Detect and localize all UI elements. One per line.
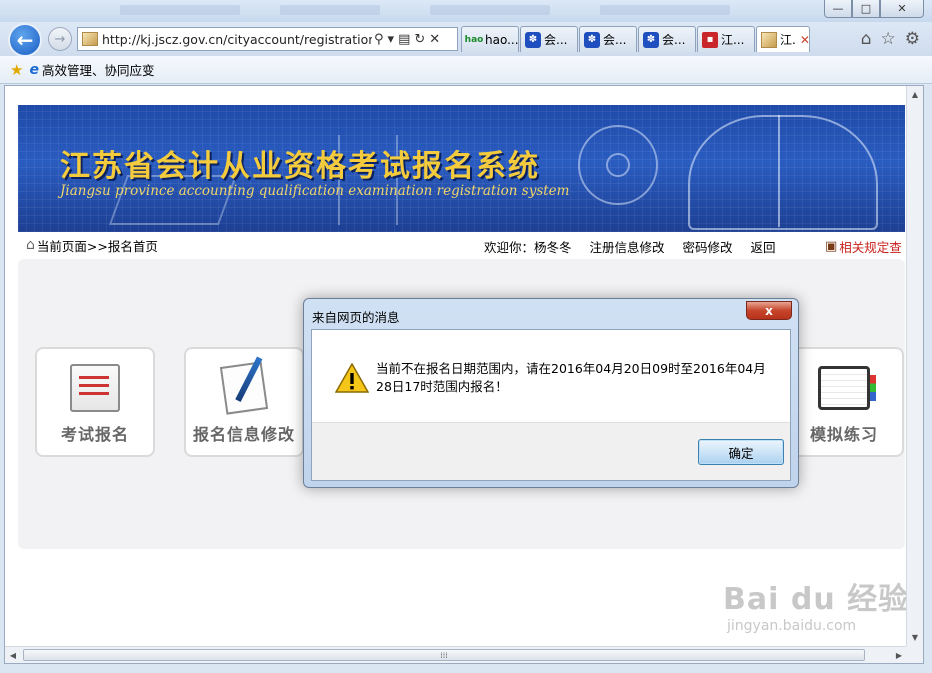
page-favicon-icon [82,32,98,46]
forward-button[interactable]: → [48,27,72,51]
open-book-decoration [688,115,878,230]
open-book-decoration [778,115,780,227]
browser-toolbar-icons: ⌂ ☆ ⚙ [861,29,920,49]
tab-label: 会... [662,33,686,47]
refresh-icon[interactable]: ↻ [414,32,425,47]
compatibility-view-icon[interactable]: ▤ [398,32,410,47]
ie-page-icon: e [29,61,39,78]
exam-form-icon [67,361,123,415]
tile-label: 考试报名 [60,425,129,444]
watermark-logo: Bai du 经验 [723,582,910,617]
watermark-url: jingyan.baidu.com [727,618,857,634]
tile-label: 报名信息修改 [192,425,295,444]
pen-paper-icon [216,361,272,415]
baidu-paw-icon: ✽ [525,31,541,48]
dialog-body: 当前不在报名日期范围内，请在2016年04月20日09时至2016年04月28日… [311,329,791,481]
horizontal-scroll-thumb[interactable]: ⁞⁞⁞ [23,649,865,661]
horizontal-scrollbar[interactable]: ◀ ⁞⁞⁞ ▶ [5,646,908,663]
dialog-close-button[interactable]: x [746,301,792,320]
tile-exam-registration[interactable]: 考试报名 [35,347,155,457]
gear-icon[interactable]: ⚙ [905,29,920,49]
tab-accounting-1[interactable]: ✽ 会... [520,26,578,52]
window-controls: — □ ✕ [824,0,924,18]
scroll-up-icon[interactable]: ▲ [907,86,923,103]
address-tools: ⚲ ▾ ▤ ↻ ✕ [374,32,440,47]
red-site-icon: ▪ [702,31,718,48]
tab-strip: hao hao... ✽ 会... ✽ 会... ✽ 会... ▪ 江... 江… [461,26,811,52]
caption-ghost-text [430,5,550,15]
notebook-icon [816,361,876,415]
scroll-down-icon[interactable]: ▼ [907,629,923,646]
regulations-link[interactable]: ▣ 相关规定查 [825,237,902,256]
scroll-left-icon[interactable]: ◀ [5,647,21,663]
caption-ghost-text [600,5,730,15]
tab-jiangsu-1[interactable]: ▪ 江... [697,26,755,52]
info-bar: ⌂ 当前页面>>报名首页 欢迎你：杨冬冬 注册信息修改 密码修改 返回 ▣ 相关… [18,232,905,258]
caption-ghost-text [120,5,240,15]
tab-label: 江... [721,33,745,47]
breadcrumb: 当前页面>>报名首页 [36,238,158,254]
minimize-button[interactable]: — [824,0,852,18]
user-nav: 欢迎你：杨冬冬 注册信息修改 密码修改 返回 [484,237,776,256]
banner-decoration [606,153,630,177]
maximize-button[interactable]: □ [852,0,880,18]
tab-close-icon[interactable]: ✕ [800,33,809,47]
home-icon: ⌂ [26,237,35,253]
site-banner: 江苏省会计从业资格考试报名系统 Jiangsu province account… [18,105,905,232]
back-button[interactable]: ← [8,23,42,57]
scrollbar-corner [906,646,923,663]
tab-label: 会... [603,33,627,47]
book-icon: ▣ [825,239,838,254]
edit-registration-link[interactable]: 注册信息修改 [590,237,665,256]
vertical-scrollbar[interactable]: ▲ ▼ [906,86,923,646]
baidu-paw-icon: ✽ [584,31,600,48]
tab-label: 会... [544,33,568,47]
arrow-right-icon: → [54,31,66,47]
address-url[interactable]: http://kj.jscz.gov.cn/cityaccount/regist… [102,32,372,47]
page-icon [761,31,777,48]
caption-ghost-text [280,5,380,15]
tile-practice[interactable]: 模拟练习 [784,347,904,457]
tab-jiangsu-active[interactable]: 江. ✕ [756,26,810,52]
add-favorite-star-icon[interactable]: ★ [10,61,23,79]
baidu-paw-icon: ✽ [643,31,659,48]
banner-subtitle: Jiangsu province accounting qualificatio… [60,183,570,199]
regulations-link-label: 相关规定查 [839,240,902,255]
warning-icon [335,363,369,393]
baidu-jingyan-watermark: Bai du 经验 jingyan.baidu.com [723,574,909,634]
ok-button[interactable]: 确定 [698,439,784,465]
arrow-left-icon: ← [16,28,34,52]
close-window-button[interactable]: ✕ [880,0,924,18]
tile-edit-registration[interactable]: 报名信息修改 [184,347,304,457]
tab-accounting-2[interactable]: ✽ 会... [579,26,637,52]
message-dialog: 来自网页的消息 x 当前不在报名日期范围内，请在2016年04月20日09时至2… [303,298,799,488]
change-password-link[interactable]: 密码修改 [683,237,733,256]
scroll-right-icon[interactable]: ▶ [891,647,907,663]
dropdown-arrow-icon[interactable]: ▾ [388,32,395,47]
address-bar[interactable]: http://kj.jscz.gov.cn/cityaccount/regist… [77,27,458,51]
hao123-icon: hao [464,34,484,45]
tab-accounting-3[interactable]: ✽ 会... [638,26,696,52]
favorites-star-icon[interactable]: ☆ [881,29,896,49]
banner-title: 江苏省会计从业资格考试报名系统 [60,149,540,184]
search-icon[interactable]: ⚲ [374,32,384,47]
grip-icon: ⁞⁞⁞ [440,650,448,660]
navigation-bar: ← → http://kj.jscz.gov.cn/cityaccount/re… [0,22,932,57]
tab-hao123[interactable]: hao hao... [461,26,519,52]
favorite-link[interactable]: 高效管理、协同应变 [42,60,155,79]
tab-label: hao... [485,32,519,47]
tile-label: 模拟练习 [809,425,878,444]
dialog-title: 来自网页的消息 [312,310,400,325]
return-link[interactable]: 返回 [751,237,776,256]
favorites-bar: ★ e 高效管理、协同应变 [0,56,932,84]
welcome-text: 欢迎你：杨冬冬 [484,240,572,255]
tab-label: 江. [780,33,796,47]
stop-icon[interactable]: ✕ [429,32,440,47]
dialog-message: 当前不在报名日期范围内，请在2016年04月20日09时至2016年04月28日… [376,361,766,394]
home-icon[interactable]: ⌂ [861,29,872,49]
window-titlebar: — □ ✕ [0,0,932,22]
